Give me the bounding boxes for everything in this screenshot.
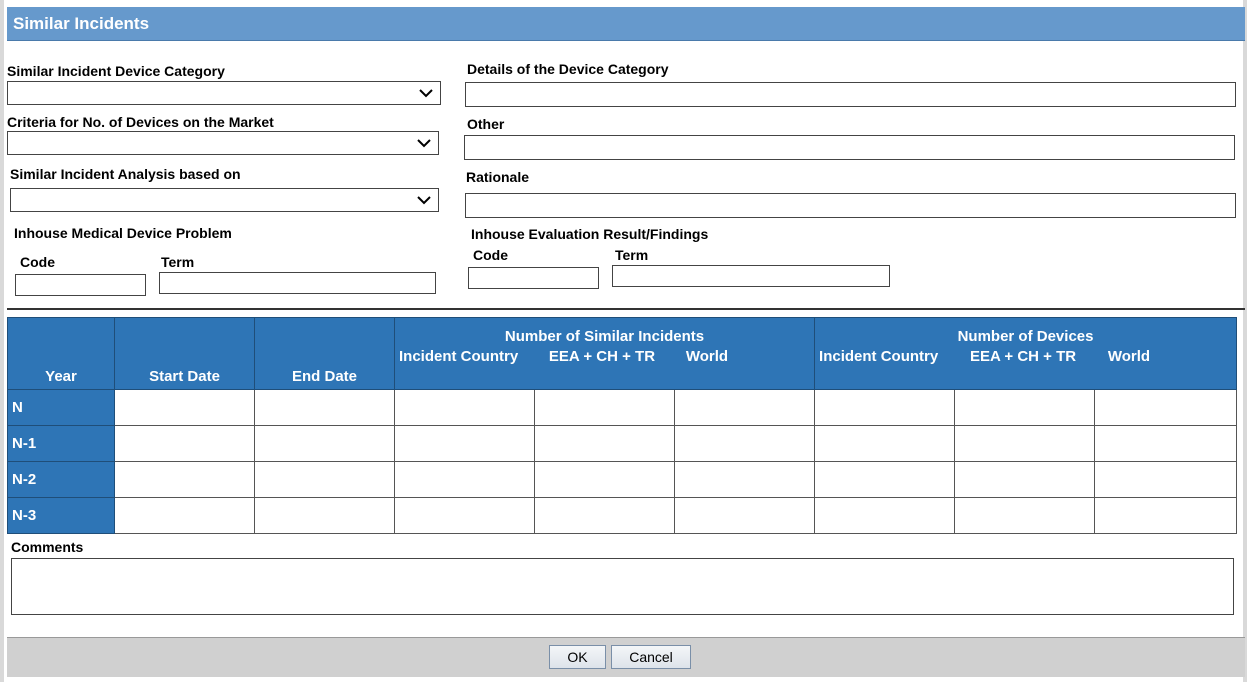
year-cell: N-3	[7, 497, 115, 534]
devices-country-cell[interactable]	[814, 497, 956, 534]
devices-world-cell[interactable]	[1094, 389, 1238, 426]
device-category-select[interactable]	[7, 81, 441, 105]
devices-group-label: Number of Devices	[957, 328, 1094, 345]
similar-incidents-subheaders: Incident Country EEA + CH + TR World	[395, 348, 814, 371]
devices-eea-header: EEA + CH + TR	[969, 348, 1077, 365]
year-cell: N	[7, 389, 115, 426]
problem-term-label: Term	[161, 254, 195, 270]
similar-eea-cell[interactable]	[534, 461, 675, 498]
analysis-select[interactable]	[10, 188, 439, 212]
inhouse-eval-label: Inhouse Evaluation Result/Findings	[471, 226, 709, 242]
section-divider	[7, 308, 1245, 310]
comments-textarea[interactable]	[11, 558, 1234, 615]
eval-term-label: Term	[615, 247, 649, 263]
problem-code-input[interactable]	[15, 274, 146, 296]
rationale-input[interactable]	[465, 193, 1236, 218]
analysis-label: Similar Incident Analysis based on	[10, 166, 241, 182]
start-date-header: Start Date	[114, 317, 255, 390]
devices-country-cell[interactable]	[814, 461, 956, 498]
similar-incidents-dialog: Similar Incidents Similar Incident Devic…	[0, 0, 1247, 682]
similar-incidents-group-header: Number of Similar Incidents Incident Cou…	[393, 317, 816, 390]
start-date-cell[interactable]	[114, 497, 255, 534]
dialog-title: Similar Incidents	[7, 7, 1245, 41]
similar-eea-cell[interactable]	[534, 497, 675, 534]
end-date-cell[interactable]	[254, 425, 395, 462]
end-date-cell[interactable]	[254, 497, 395, 534]
table-row: N-2	[7, 461, 1238, 498]
eval-code-input[interactable]	[468, 267, 599, 289]
table-row: N-1	[7, 425, 1238, 462]
start-date-cell[interactable]	[114, 425, 255, 462]
chevron-down-icon	[417, 139, 431, 148]
ok-button[interactable]: OK	[549, 645, 606, 669]
criteria-label: Criteria for No. of Devices on the Marke…	[7, 114, 274, 130]
similar-eea-cell[interactable]	[534, 425, 675, 462]
end-date-cell[interactable]	[254, 389, 395, 426]
devices-incident-country-header: Incident Country	[819, 348, 939, 365]
problem-term-input[interactable]	[159, 272, 436, 294]
similar-country-cell[interactable]	[394, 425, 535, 462]
devices-world-cell[interactable]	[1094, 497, 1238, 534]
similar-world-cell[interactable]	[673, 461, 816, 498]
end-date-cell[interactable]	[254, 461, 395, 498]
eval-code-label: Code	[473, 247, 508, 263]
devices-eea-cell[interactable]	[954, 461, 1096, 498]
year-cell: N-1	[7, 425, 115, 462]
devices-world-cell[interactable]	[1094, 425, 1238, 462]
start-date-cell[interactable]	[114, 389, 255, 426]
start-date-cell[interactable]	[114, 461, 255, 498]
chevron-down-icon	[417, 196, 431, 205]
similar-world-cell[interactable]	[673, 497, 816, 534]
other-input[interactable]	[464, 135, 1235, 160]
devices-group-header: Number of Devices Incident Country EEA +…	[814, 317, 1238, 390]
similar-world-cell[interactable]	[673, 425, 816, 462]
similar-world-header: World	[685, 348, 729, 365]
devices-world-cell[interactable]	[1094, 461, 1238, 498]
inhouse-problem-label: Inhouse Medical Device Problem	[14, 225, 232, 241]
similar-incidents-group-label: Number of Similar Incidents	[504, 328, 705, 345]
chevron-down-icon	[419, 89, 433, 98]
criteria-select[interactable]	[7, 131, 439, 155]
devices-country-cell[interactable]	[814, 425, 956, 462]
details-input[interactable]	[465, 82, 1236, 107]
devices-world-header: World	[1107, 348, 1151, 365]
eval-term-input[interactable]	[612, 265, 890, 287]
devices-eea-cell[interactable]	[954, 497, 1096, 534]
details-label: Details of the Device Category	[467, 61, 669, 77]
other-label: Other	[467, 116, 505, 132]
device-category-label: Similar Incident Device Category	[7, 63, 225, 79]
devices-country-cell[interactable]	[814, 389, 956, 426]
cancel-button[interactable]: Cancel	[611, 645, 691, 669]
similar-eea-cell[interactable]	[534, 389, 675, 426]
year-cell: N-2	[7, 461, 115, 498]
devices-subheaders: Incident Country EEA + CH + TR World	[815, 348, 1236, 371]
comments-label: Comments	[11, 539, 84, 555]
table-row: N-3	[7, 497, 1238, 534]
similar-country-cell[interactable]	[394, 497, 535, 534]
table-row: N	[7, 389, 1238, 426]
dialog-footer: OK Cancel	[7, 637, 1245, 677]
similar-country-cell[interactable]	[394, 461, 535, 498]
year-header: Year	[7, 317, 115, 390]
similar-world-cell[interactable]	[673, 389, 816, 426]
similar-country-cell[interactable]	[394, 389, 535, 426]
devices-eea-cell[interactable]	[954, 425, 1096, 462]
devices-eea-cell[interactable]	[954, 389, 1096, 426]
rationale-label: Rationale	[466, 169, 530, 185]
end-date-header: End Date	[254, 317, 395, 390]
problem-code-label: Code	[20, 254, 55, 270]
similar-incidents-table: Year Start Date End Date Number of Simil…	[7, 317, 1238, 534]
similar-eea-header: EEA + CH + TR	[548, 348, 656, 365]
similar-incident-country-header: Incident Country	[399, 348, 519, 365]
